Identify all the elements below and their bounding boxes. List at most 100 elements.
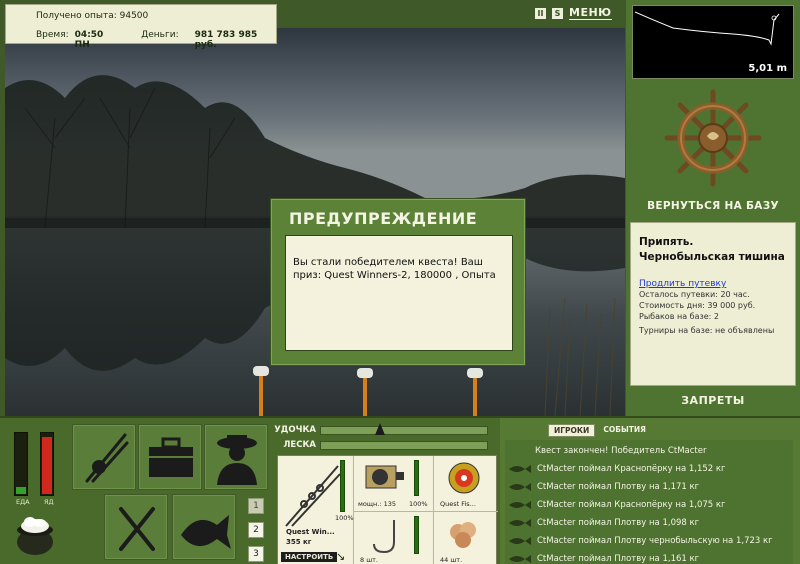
experience-label: Получено опыта: [36,11,117,21]
rod-holder-2[interactable] [355,364,375,416]
fish-icon [509,519,531,527]
bait-slot[interactable]: 44 шт. [434,512,498,564]
bans-button[interactable]: ЗАПРЕТЫ [626,394,800,407]
food-gauge [14,432,28,496]
event-text: CtMacter поймал Краснопёрку на 1,152 кг [537,464,726,474]
pause-button[interactable]: II [535,7,546,19]
fish-icon [509,555,531,563]
tournaments-status: Турниры на базе: не объявлены [639,326,775,335]
reel-power: мощн.: 135 [358,500,396,508]
list-item: CtMacter поймал Плотву на 1,171 кг [505,478,793,496]
menu-button[interactable]: МЕНЮ [569,6,612,20]
reel-percent: 100% [409,500,428,508]
fish-icon [509,501,531,509]
tackle-box-icon [149,437,193,477]
rod-status-row: УДОЧКА [274,422,488,436]
event-text: CtMacter поймал Плотву на 1,161 кг [537,554,700,564]
rod-indicator-icon [375,422,385,435]
chat-tabs: ИГРОКИ СОБЫТИЯ [548,424,651,437]
page-button-1[interactable]: 1 [248,498,264,514]
rod-reel-icon [85,433,129,483]
tab-players[interactable]: ИГРОКИ [548,424,596,437]
reel-icon [365,465,404,489]
list-item: CtMacter поймал Плотву чернобыльскую на … [505,532,793,550]
setup-button[interactable]: НАСТРОИТЬ [281,552,338,562]
line-spool-icon [448,462,480,494]
hook-count: 8 шт. [360,556,379,564]
rod-slot[interactable]: 100% Quest Win... 355 кг НАСТРОИТЬ ↘ [278,456,354,564]
rod-name: Quest Win... [286,528,335,536]
permit-remaining: Осталось путевки: 20 час. [639,290,750,299]
fish-icon [181,515,231,549]
depth-sounder: 5,01 m [632,5,794,79]
location-line-2: Чернобыльская тишина [639,251,785,263]
list-item: CtMacter поймал Краснопёрку на 1,075 кг [505,496,793,514]
rod-label: УДОЧКА [274,425,316,435]
fish-icon [509,537,531,545]
events-log[interactable]: Квест закончен! Победитель CtMacter CtMa… [505,440,793,564]
event-text: CtMacter поймал Краснопёрку на 1,075 кг [537,500,726,510]
bait-count: 44 шт. [440,556,463,564]
bait-icon [450,522,476,548]
helm-icon[interactable] [626,88,800,198]
events-panel: ИГРОКИ СОБЫТИЯ Квест закончен! Победител… [500,418,800,564]
rod-durability-bar [340,460,345,512]
rod-icon [285,465,341,527]
hook-slot[interactable]: 8 шт. [354,512,434,564]
experience-row: Получено опыта: 94500 [36,11,148,21]
line-tension-bar [320,440,488,450]
list-item: CtMacter поймал Краснопёрку на 1,152 кг [505,460,793,478]
location-info: Припять. Чернобыльская тишина Продлить п… [630,222,796,386]
top-toolbar: II S МЕНЮ [535,6,612,20]
cauldron-icon[interactable] [10,512,60,560]
knife-fork-icon [119,507,155,551]
bottom-panel: ЕДА ЯД 1 2 3 УДОЧКА ЛЕСКА 100% Quest Win… [0,416,800,564]
page-button-3[interactable]: 3 [248,546,264,562]
extend-permit-link[interactable]: Продлить путевку [639,279,787,289]
stats-panel: Получено опыта: 94500 Время: 04:50 ПН Де… [5,4,277,50]
fish-icon [509,483,531,491]
hook-durability-bar [414,516,419,554]
poison-gauge [40,432,54,496]
rods-tile[interactable] [72,424,136,490]
dialog-message: Вы стали победителем квеста! Ваш приз: Q… [285,235,513,351]
line-slot[interactable]: Quest Fis... [434,456,498,512]
location-title: Припять. Чернобыльская тишина [639,235,787,265]
event-text: CtMacter поймал Плотву на 1,098 кг [537,518,700,528]
right-panel: 5,01 m ВЕРНУТЬСЯ НА БАЗУ Припять. Черноб… [626,0,800,416]
rod-holder-3[interactable] [465,364,485,416]
expand-arrow-icon[interactable]: ↘ [336,550,345,563]
money-label: Деньги: [141,30,179,40]
rod-weight: 355 кг [286,538,312,546]
fish-icon [509,465,531,473]
time-value: 04:50 ПН [74,30,104,50]
reel-slot[interactable]: мощн.: 135 100% [354,456,434,512]
time-money-row: Время: 04:50 ПН Деньги: 981 783 985 руб. [36,30,276,50]
rod-setup-panel: 100% Quest Win... 355 кг НАСТРОИТЬ ↘ мощ… [277,455,498,564]
tab-events[interactable]: СОБЫТИЯ [598,424,651,437]
day-cost: Стоимость дня: 39 000 руб. [639,301,756,310]
experience-value: 94500 [119,11,149,21]
character-tile[interactable] [204,424,268,490]
rod-tension-bar [320,422,488,435]
return-to-base-button[interactable]: ВЕРНУТЬСЯ НА БАЗУ [626,200,800,212]
food-tile[interactable] [104,494,168,560]
line-status-row: ЛЕСКА [274,439,488,451]
tackle-box-tile[interactable] [138,424,202,490]
page-button-2[interactable]: 2 [248,522,264,538]
rod-percent: 100% [335,514,354,522]
fisherman-icon [217,435,257,485]
dialog-title: ПРЕДУПРЕЖДЕНИЕ [289,209,478,228]
list-item: CtMacter поймал Плотву на 1,161 кг [505,550,793,564]
time-label: Время: [36,30,69,40]
reel-durability-bar [414,460,419,496]
rod-holder-1[interactable] [251,360,271,416]
fish-cage-tile[interactable] [172,494,236,560]
hook-icon [373,520,395,554]
sound-button[interactable]: S [552,7,563,19]
depth-value: 5,01 m [748,63,787,74]
quest-finished-message: Квест закончен! Победитель CtMacter [535,446,707,456]
list-item: CtMacter поймал Плотву на 1,098 кг [505,514,793,532]
anglers-on-base: Рыбаков на базе: 2 [639,312,719,321]
warning-dialog[interactable]: ПРЕДУПРЕЖДЕНИЕ Вы стали победителем квес… [270,198,526,366]
